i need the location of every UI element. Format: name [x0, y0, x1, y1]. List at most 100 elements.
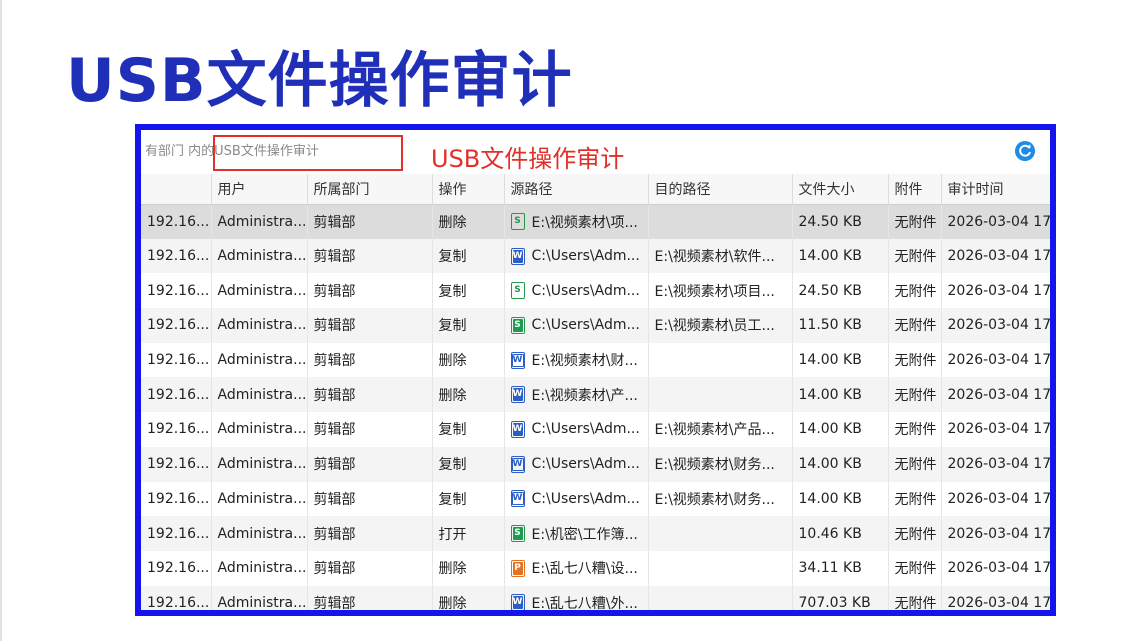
cell-source-path: W C:\Users\Adm... — [504, 446, 649, 482]
cell-ip: 192.16... — [141, 516, 212, 551]
cell-department: 剪辑部 — [307, 238, 433, 274]
source-path-text: C:\Users\Adm... — [531, 282, 640, 299]
word-doc-icon: W — [510, 351, 525, 369]
cell-ip: 192.16... — [141, 204, 212, 239]
header-col-user[interactable]: 用户 — [211, 174, 308, 205]
cell-source-path: S E:\视频素材\项... — [504, 204, 649, 239]
cell-file-size: 24.50 KB — [792, 273, 889, 309]
table-row[interactable]: 192.16... Administra... 剪辑部 复制 W C:\Users\Adm… — [141, 481, 1050, 517]
cell-source-path: S C:\Users\Adm... — [504, 308, 649, 343]
table-row[interactable]: 192.16... Administra... 剪辑部 复制 W C:\Users\Adm… — [141, 412, 1050, 447]
cell-audit-time: 2026-03-04 17: — [941, 516, 1050, 551]
table-row[interactable]: 192.16... Administra... 剪辑部 复制 S C:\Users\Adm… — [141, 273, 1050, 309]
table-row[interactable]: 192.16... Administra... 剪辑部 删除 S E:\视频素材\项...… — [141, 204, 1050, 239]
cell-operation: 删除 — [432, 550, 505, 586]
cell-dest-path — [648, 204, 793, 239]
slide-title: USB文件操作审计 — [66, 46, 573, 116]
source-path-text: E:\乱七八糟\设... — [531, 561, 638, 578]
word-doc-icon: W — [510, 386, 525, 404]
spreadsheet-icon: S — [510, 525, 525, 543]
cell-department: 剪辑部 — [307, 550, 433, 586]
table-row[interactable]: 192.16... Administra... 剪辑部 打开 S E:\机密\工作簿...… — [141, 516, 1050, 551]
header-col-audit-time[interactable]: 审计时间 — [941, 174, 1050, 205]
cell-file-size: 24.50 KB — [792, 204, 889, 239]
word-doc-icon: W — [510, 247, 525, 265]
cell-dest-path: E:\视频素材\财务... — [648, 481, 793, 517]
cell-attachment: 无附件 — [888, 377, 942, 413]
cell-attachment: 无附件 — [888, 412, 942, 447]
cell-attachment: 无附件 — [888, 238, 942, 274]
cell-audit-time: 2026-03-04 17: — [941, 481, 1050, 517]
cell-file-size: 14.00 KB — [792, 238, 889, 274]
cell-dest-path: E:\视频素材\财务... — [648, 446, 793, 482]
source-path-text: C:\Users\Adm... — [531, 248, 640, 265]
table-row[interactable]: 192.16... Administra... 剪辑部 删除 W E:\乱七八糟\外...… — [141, 585, 1050, 610]
table-row[interactable]: 192.16... Administra... 剪辑部 复制 W C:\Users\Adm… — [141, 238, 1050, 274]
cell-source-path: P E:\乱七八糟\设... — [504, 550, 649, 586]
cell-attachment: 无附件 — [888, 308, 942, 343]
cell-department: 剪辑部 — [307, 412, 433, 447]
header-col-ip[interactable] — [141, 174, 212, 205]
cell-attachment: 无附件 — [888, 446, 942, 482]
table-row[interactable]: 192.16... Administra... 剪辑部 删除 P E:\乱七八糟\设...… — [141, 550, 1050, 586]
cell-dest-path — [648, 516, 793, 551]
header-col-source-path[interactable]: 源路径 — [504, 174, 649, 205]
left-edge-rule — [0, 0, 2, 641]
cell-operation: 删除 — [432, 342, 505, 378]
cell-audit-time: 2026-03-04 17: — [941, 550, 1050, 586]
table-row[interactable]: 192.16... Administra... 剪辑部 复制 S C:\Users\Adm… — [141, 308, 1050, 343]
cell-file-size: 11.50 KB — [792, 308, 889, 343]
cell-audit-time: 2026-03-04 17: — [941, 204, 1050, 239]
cell-user: Administra... — [211, 585, 308, 610]
cell-operation: 复制 — [432, 273, 505, 309]
cell-dest-path — [648, 342, 793, 378]
cell-audit-time: 2026-03-04 17: — [941, 308, 1050, 343]
highlight-box — [213, 135, 403, 171]
cell-user: Administra... — [211, 204, 308, 239]
cell-operation: 复制 — [432, 481, 505, 517]
table-row[interactable]: 192.16... Administra... 剪辑部 复制 W C:\Users\Adm… — [141, 446, 1050, 482]
toolbar: 有部门 内的USB文件操作审计 USB文件操作审计 — [141, 130, 1050, 174]
cell-file-size: 14.00 KB — [792, 481, 889, 517]
header-col-dest-path[interactable]: 目的路径 — [648, 174, 793, 205]
cell-ip: 192.16... — [141, 308, 212, 343]
cell-source-path: S E:\机密\工作簿... — [504, 516, 649, 551]
table-row[interactable]: 192.16... Administra... 剪辑部 删除 W E:\视频素材\产...… — [141, 377, 1050, 413]
audit-table: 用户 所属部门 操作 源路径 目的路径 文件大小 附件 审计时间 192.16... Admin… — [141, 174, 1050, 610]
header-col-file-size[interactable]: 文件大小 — [792, 174, 889, 205]
cell-user: Administra... — [211, 481, 308, 517]
cell-file-size: 707.03 KB — [792, 585, 889, 610]
cell-user: Administra... — [211, 342, 308, 378]
cell-file-size: 14.00 KB — [792, 412, 889, 447]
cell-department: 剪辑部 — [307, 377, 433, 413]
presentation-icon: P — [510, 559, 525, 577]
spreadsheet-icon: S — [510, 316, 525, 334]
header-col-dept[interactable]: 所属部门 — [307, 174, 433, 205]
cell-user: Administra... — [211, 550, 308, 586]
cell-ip: 192.16... — [141, 446, 212, 482]
cell-operation: 打开 — [432, 516, 505, 551]
cell-audit-time: 2026-03-04 17: — [941, 585, 1050, 610]
app-window: 有部门 内的USB文件操作审计 USB文件操作审计 用户 所属部门 操作 源路径 目的路… — [141, 130, 1050, 610]
source-path-text: E:\视频素材\项... — [531, 214, 638, 231]
cell-audit-time: 2026-03-04 17: — [941, 446, 1050, 482]
cell-dest-path: E:\视频素材\员工... — [648, 308, 793, 343]
table-row[interactable]: 192.16... Administra... 剪辑部 删除 W E:\视频素材\财...… — [141, 342, 1050, 378]
source-path-text: E:\视频素材\产... — [531, 387, 638, 404]
header-col-attachment[interactable]: 附件 — [888, 174, 942, 205]
cell-audit-time: 2026-03-04 17: — [941, 342, 1050, 378]
cell-dest-path — [648, 377, 793, 413]
cell-source-path: W E:\乱七八糟\外... — [504, 585, 649, 610]
cell-department: 剪辑部 — [307, 446, 433, 482]
cell-source-path: W E:\视频素材\产... — [504, 377, 649, 413]
cell-operation: 复制 — [432, 308, 505, 343]
cell-department: 剪辑部 — [307, 516, 433, 551]
table-header: 用户 所属部门 操作 源路径 目的路径 文件大小 附件 审计时间 — [141, 174, 1050, 205]
source-path-text: C:\Users\Adm... — [531, 456, 640, 473]
refresh-icon[interactable] — [1014, 140, 1036, 162]
cell-department: 剪辑部 — [307, 585, 433, 610]
header-col-operation[interactable]: 操作 — [432, 174, 505, 205]
cell-attachment: 无附件 — [888, 585, 942, 610]
cell-attachment: 无附件 — [888, 273, 942, 309]
cell-user: Administra... — [211, 238, 308, 274]
